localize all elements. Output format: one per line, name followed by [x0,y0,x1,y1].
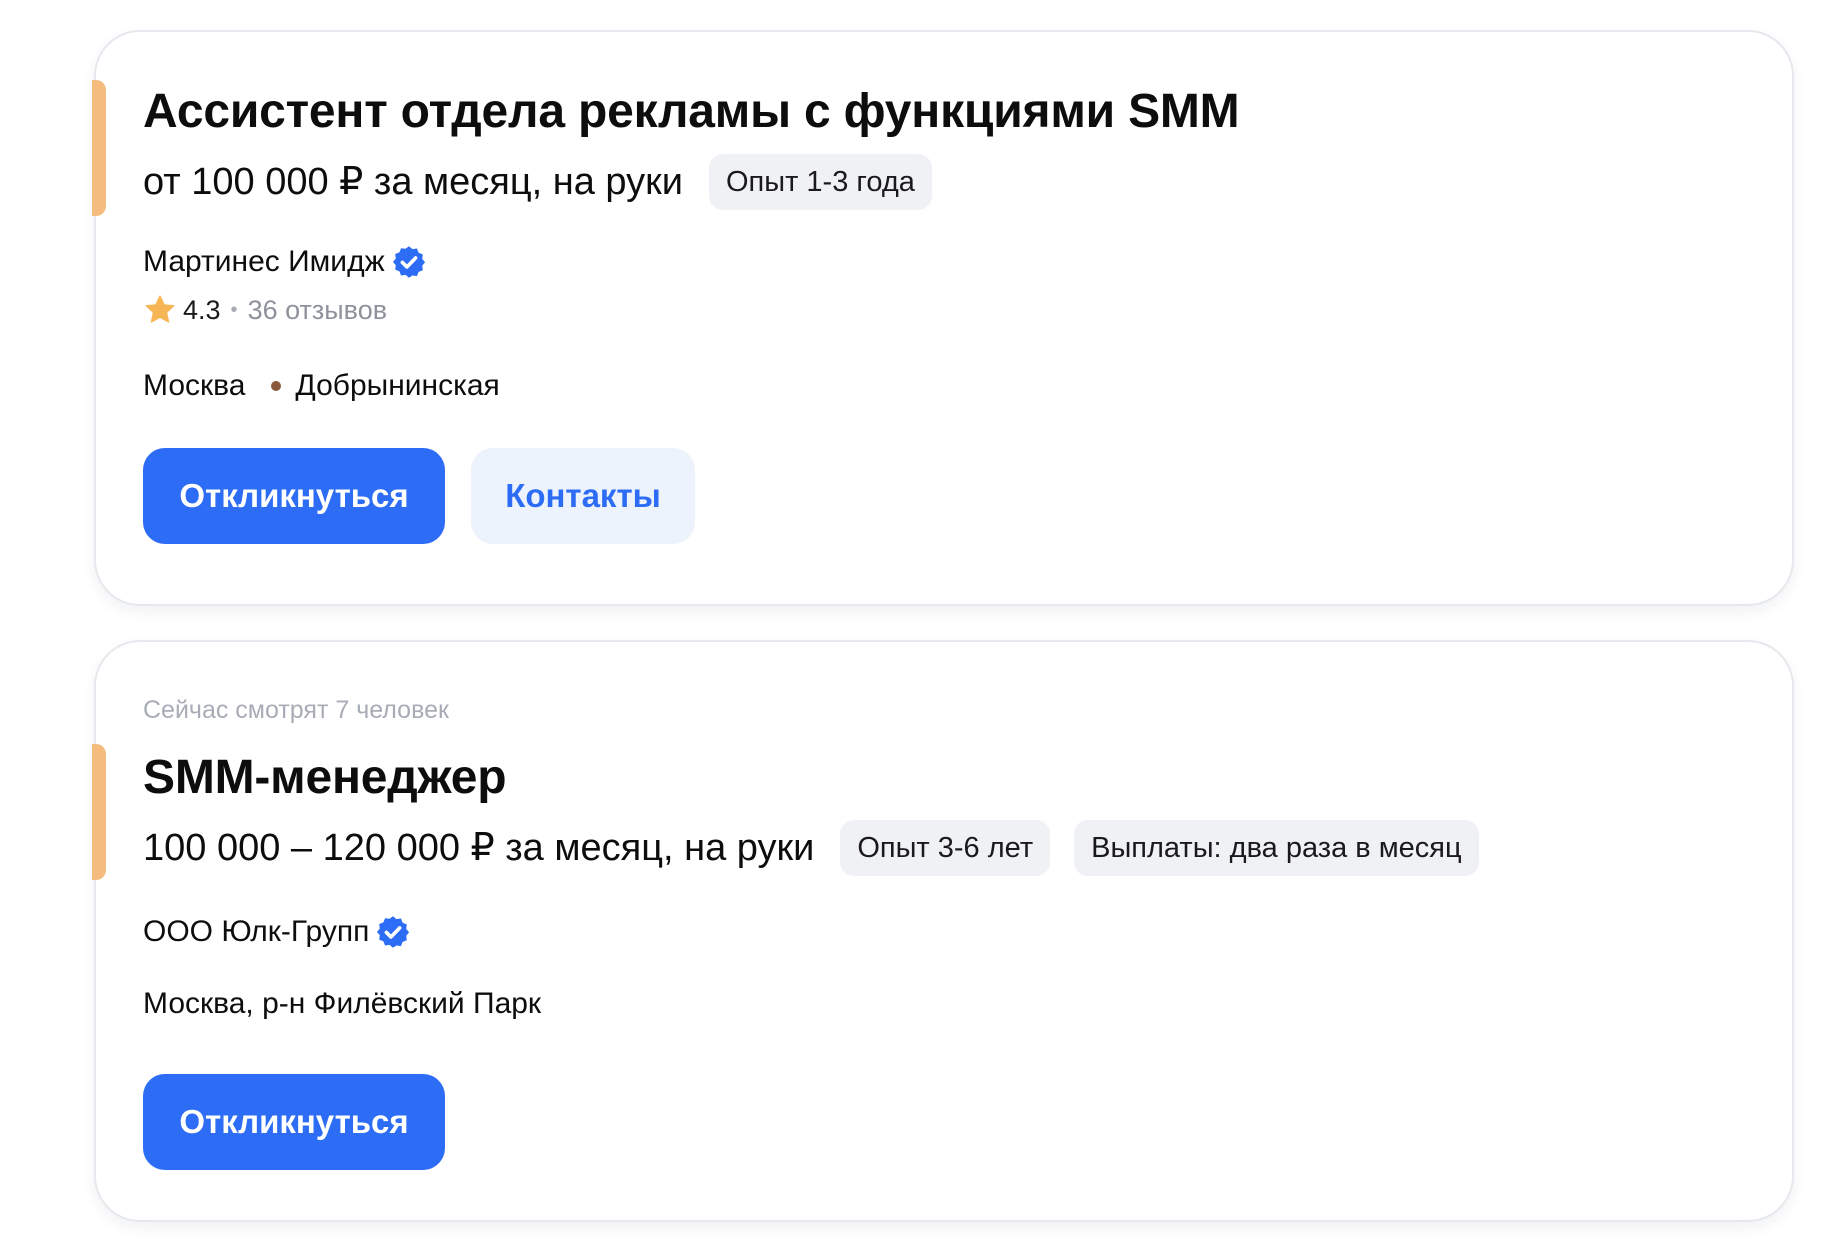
reviews-count[interactable]: 36 отзывов [248,295,388,326]
vacancy-title[interactable]: SMM-менеджер [143,748,1745,808]
salary-row: от 100 000 ₽ за месяц, на руки Опыт 1-3 … [143,154,1745,210]
card-actions: Откликнуться [143,1074,1745,1170]
separator-dot: • [230,298,238,321]
employer-name[interactable]: Мартинес Имидж [143,242,385,282]
metro-line-icon [271,381,282,391]
employer-row: Мартинес Имидж [143,242,1745,282]
card-actions: Откликнуться Контакты [143,448,1745,544]
contacts-button[interactable]: Контакты [471,448,695,544]
experience-chip: Опыт 1-3 года [708,154,932,210]
rating-value: 4.3 [183,294,221,325]
location-row: Москва Добрынинская [143,366,1745,406]
salary: от 100 000 ₽ за месяц, на руки [143,161,683,203]
location-row: Москва, р-н Филёвский Парк [143,984,1745,1024]
vacancy-card[interactable]: Ассистент отдела рекламы с функциями SMM… [92,30,1794,606]
salary-row: 100 000 – 120 000 ₽ за месяц, на руки Оп… [143,820,1745,876]
respond-button[interactable]: Откликнуться [143,1074,445,1170]
metro-station: Добрынинская [295,369,500,402]
star-icon [145,295,175,323]
experience-chip: Опыт 3-6 лет [840,820,1051,876]
payment-frequency-chip: Выплаты: два раза в месяц [1074,820,1479,876]
salary: 100 000 – 120 000 ₽ за месяц, на руки [143,827,815,869]
city: Москва [143,369,246,402]
respond-button[interactable]: Откликнуться [143,448,445,544]
rating-row: 4.3 • 36 отзывов [143,292,1745,328]
viewers-count: Сейчас смотрят 7 человек [143,696,449,724]
accent-bar [92,80,106,216]
employer-row: ООО Юлк-Групп [143,912,1745,952]
vacancy-title[interactable]: Ассистент отдела рекламы с функциями SMM [143,82,1745,142]
vacancy-card[interactable]: Сейчас смотрят 7 человек SMM-менеджер 10… [92,640,1794,1222]
accent-bar [92,744,106,880]
location: Москва, р-н Филёвский Парк [143,987,542,1020]
employer-name[interactable]: ООО Юлк-Групп [143,912,369,952]
vacancy-list: Ассистент отдела рекламы с функциями SMM… [0,0,1826,1238]
verified-badge-icon [377,916,410,948]
verified-badge-icon [392,246,425,278]
